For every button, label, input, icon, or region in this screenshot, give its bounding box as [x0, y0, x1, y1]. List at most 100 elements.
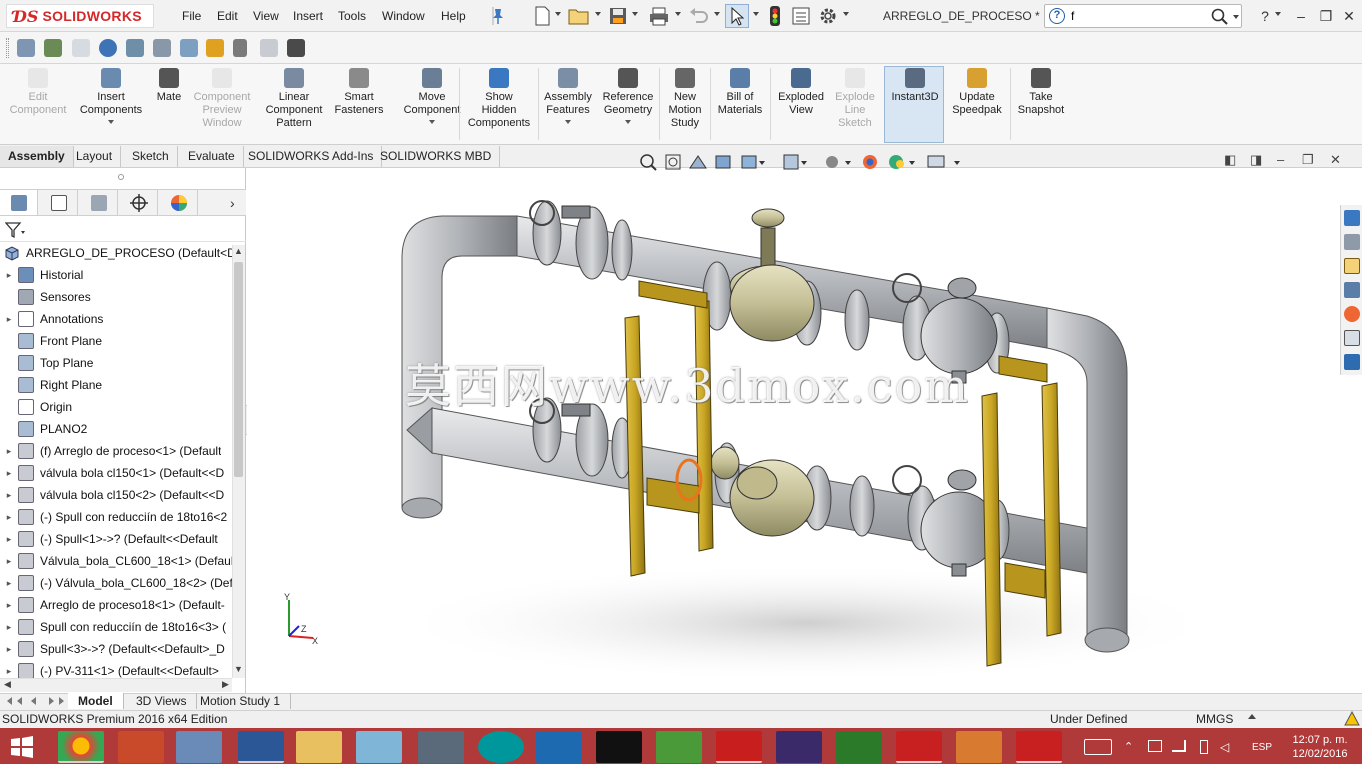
expand-arrow-icon[interactable]: ▸: [0, 600, 18, 611]
command-show-hidden[interactable]: Show Hidden Components: [462, 68, 536, 130]
command-smart-fasteners[interactable]: Smart Fasteners: [333, 68, 385, 117]
options-dropdown-icon[interactable]: [843, 12, 849, 16]
filter-icon[interactable]: [5, 221, 27, 239]
tab-sketch[interactable]: Sketch: [124, 146, 178, 167]
new-document-icon[interactable]: [533, 6, 551, 26]
tab-dimxpert-manager[interactable]: [120, 190, 158, 215]
appearances-icon[interactable]: [1344, 306, 1360, 322]
pipe-assembly-model[interactable]: Y X Z: [247, 168, 1362, 694]
notification-icon[interactable]: [1344, 711, 1360, 727]
command-exploded-view[interactable]: Exploded View: [773, 68, 829, 117]
tab-display-manager[interactable]: [160, 190, 198, 215]
custom-properties-icon[interactable]: [1344, 330, 1360, 346]
file-properties-icon[interactable]: [791, 6, 811, 26]
help-dropdown-icon[interactable]: [1275, 12, 1281, 16]
undo-icon[interactable]: [688, 6, 710, 26]
fastener-toolbar-icon[interactable]: [233, 39, 247, 57]
viewport-restore-icon[interactable]: ❐: [1302, 152, 1314, 168]
dropdown-arrow-icon[interactable]: [108, 120, 114, 124]
tab-configuration-manager[interactable]: [80, 190, 118, 215]
expand-arrow-icon[interactable]: ▸: [0, 578, 18, 589]
toolbar-grip[interactable]: [6, 38, 9, 58]
dropdown-arrow-icon[interactable]: [625, 120, 631, 124]
search-icon[interactable]: [1211, 8, 1229, 26]
tree-item[interactable]: PLANO2: [0, 418, 232, 440]
options-gear-icon[interactable]: [818, 6, 838, 26]
tree-scrollbar-thumb[interactable]: [234, 262, 243, 477]
tab-solidworks-add-ins[interactable]: SOLIDWORKS Add-Ins: [240, 146, 383, 167]
mate-toolbar-icon[interactable]: [44, 39, 62, 57]
panel-grip-icon[interactable]: [118, 174, 124, 180]
paint-taskbar-icon[interactable]: [176, 731, 222, 763]
view-palette-icon[interactable]: [1344, 282, 1360, 298]
bottom-tab-motion-study-1[interactable]: Motion Study 1: [190, 693, 292, 709]
command-explode-line[interactable]: Explode Line Sketch: [830, 68, 880, 130]
tree-item[interactable]: ▸ (-) Válvula_bola_CL600_18<2> (Def: [0, 572, 232, 594]
open-folder-icon[interactable]: [568, 6, 590, 26]
scroll-left-icon[interactable]: ◀: [4, 679, 11, 690]
clock[interactable]: 12:07 p. m. 12/02/2016: [1290, 733, 1350, 761]
hidden-icons-chevron-icon[interactable]: ⌃: [1124, 740, 1133, 753]
expand-arrow-icon[interactable]: ▸: [0, 556, 18, 567]
tree-item[interactable]: ▸ Spull con reducciín de 18to16<3> (: [0, 616, 232, 638]
command-speedpak[interactable]: Update Speedpak: [948, 68, 1006, 117]
expand-panel-icon[interactable]: ›: [230, 195, 235, 211]
tree-item[interactable]: ▸ (-) Spull<1>->? (Default<<Default: [0, 528, 232, 550]
color-cube-toolbar-icon[interactable]: [206, 39, 224, 57]
disabled-toolbar-icon[interactable]: [72, 39, 90, 57]
expand-arrow-icon[interactable]: ▸: [0, 534, 18, 545]
tab-feature-manager[interactable]: [0, 190, 38, 215]
heads-up-toolbar[interactable]: [638, 152, 968, 172]
bottom-tab-3d-views[interactable]: 3D Views: [126, 693, 198, 709]
undo-dropdown-icon[interactable]: [714, 12, 720, 16]
chrome-taskbar-icon[interactable]: [58, 731, 104, 763]
language-indicator[interactable]: ESP: [1252, 742, 1272, 753]
scroll-right-icon[interactable]: ▶: [222, 679, 229, 690]
app-taskbar-icon[interactable]: [776, 731, 822, 763]
command-instant3d[interactable]: Instant3D: [886, 68, 944, 104]
dropdown-arrow-icon[interactable]: [565, 120, 571, 124]
dimension-toolbar-icon[interactable]: [287, 39, 305, 57]
scroll-up-icon[interactable]: ▲: [234, 246, 243, 256]
tab-assembly[interactable]: Assembly: [0, 146, 74, 167]
solidworks-logo[interactable]: ƊS SOLIDWORKS: [6, 4, 154, 28]
command-motion-study[interactable]: New Motion Study: [664, 68, 706, 130]
dropdown-arrow-icon[interactable]: [429, 120, 435, 124]
word-taskbar-icon[interactable]: [238, 731, 284, 763]
tree-item[interactable]: Origin: [0, 396, 232, 418]
tree-item[interactable]: Sensores: [0, 286, 232, 308]
command-reference-geometry[interactable]: Reference Geometry: [600, 68, 656, 124]
tree-item[interactable]: ▸ (f) Arreglo de proceso<1> (Default: [0, 440, 232, 462]
expand-arrow-icon[interactable]: ▸: [0, 314, 18, 325]
select-dropdown-icon[interactable]: [753, 12, 759, 16]
tree-item[interactable]: ▸ válvula bola cl150<2> (Default<<D: [0, 484, 232, 506]
keyboard-icon[interactable]: [1084, 739, 1112, 755]
solidworks-2016-taskbar-icon[interactable]: [1016, 731, 1062, 763]
menu-tools[interactable]: Tools: [338, 9, 366, 23]
command-bom[interactable]: Bill of Materials: [714, 68, 766, 117]
tab-solidworks-mbd[interactable]: SOLIDWORKS MBD: [372, 146, 501, 167]
app-taskbar-icon[interactable]: [716, 731, 762, 763]
feature-toolbar-icon[interactable]: [180, 39, 198, 57]
signal-icon[interactable]: [1172, 740, 1186, 752]
tree-item[interactable]: ▸ Annotations: [0, 308, 232, 330]
print-icon[interactable]: [648, 6, 670, 26]
menu-window[interactable]: Window: [382, 9, 425, 23]
tree-item[interactable]: ▸ Historial: [0, 264, 232, 286]
matlab-taskbar-icon[interactable]: [956, 731, 1002, 763]
expand-arrow-icon[interactable]: ▸: [0, 512, 18, 523]
tree-item[interactable]: Front Plane: [0, 330, 232, 352]
search-dropdown-icon[interactable]: [1233, 15, 1239, 19]
menu-insert[interactable]: Insert: [293, 9, 323, 23]
new-dropdown-icon[interactable]: [555, 12, 561, 16]
menu-file[interactable]: File: [182, 9, 201, 23]
restore-button[interactable]: ❐: [1317, 8, 1335, 25]
file-explorer-taskbar-icon[interactable]: [296, 731, 342, 763]
units-dropdown-icon[interactable]: [1248, 714, 1256, 719]
app-taskbar-icon[interactable]: [656, 731, 702, 763]
sphere-toolbar-icon[interactable]: [99, 39, 117, 57]
minimize-button[interactable]: –: [1292, 8, 1310, 24]
command-prompt-taskbar-icon[interactable]: [596, 731, 642, 763]
forum-icon[interactable]: [1344, 354, 1360, 370]
pin-icon[interactable]: [490, 7, 506, 25]
